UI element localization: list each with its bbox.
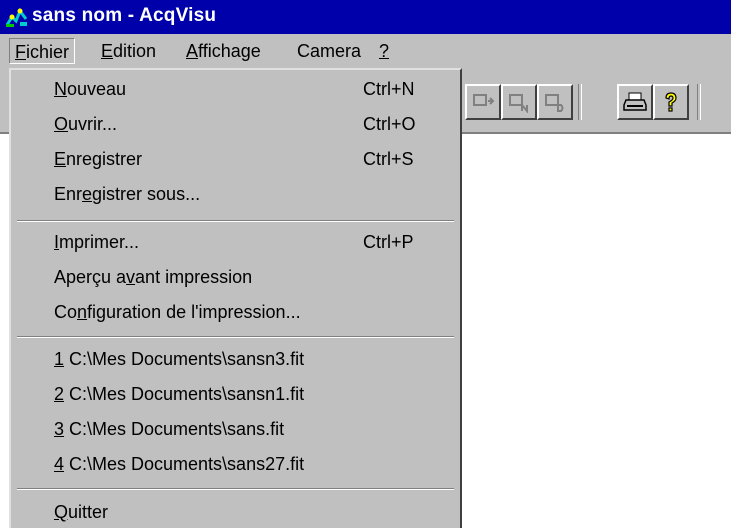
menu-item-enregistrer[interactable]: Enregistrer Ctrl+S xyxy=(11,142,460,176)
menu-label: Edition xyxy=(101,41,157,61)
menu-item-label: 1 C:\Mes Documents\sansn3.fit xyxy=(54,349,305,369)
acquire-d-button[interactable] xyxy=(537,84,573,120)
menu-label: Affichage xyxy=(186,41,261,61)
title-bar[interactable]: sans nom - AcqVisu xyxy=(0,0,731,34)
menu-bar: Fichier Edition Affichage Camera ? xyxy=(0,34,731,69)
menu-label: ? xyxy=(379,41,390,61)
menu-item-label: Configuration de l'impression... xyxy=(54,302,301,322)
menu-item-label: Enregistrer xyxy=(54,149,143,169)
menu-item-nouveau[interactable]: Nouveau Ctrl+N xyxy=(11,72,460,106)
menu-item-label: 2 C:\Mes Documents\sansn1.fit xyxy=(54,384,305,404)
menu-item-label: Imprimer... xyxy=(54,232,140,252)
acquire-button[interactable] xyxy=(465,84,501,120)
toolbar-separator xyxy=(578,84,582,120)
menu-item-quitter[interactable]: Quitter xyxy=(11,495,460,528)
menu-item-shortcut: Ctrl+P xyxy=(363,232,414,252)
camera-acquire-d-icon xyxy=(545,94,564,112)
menu-item-label: Quitter xyxy=(54,502,109,522)
menu-item-label: Ouvrir... xyxy=(54,114,118,134)
menu-item-imprimer[interactable]: Imprimer... Ctrl+P xyxy=(11,225,460,259)
menu-item-enregistrer-sous[interactable]: Enregistrer sous... xyxy=(11,177,460,211)
menu-separator xyxy=(17,488,454,490)
menu-item-apercu[interactable]: Aperçu avant impression xyxy=(11,260,460,294)
menu-item-shortcut: Ctrl+S xyxy=(363,149,414,169)
help-button[interactable] xyxy=(653,84,689,120)
printer-icon xyxy=(623,92,647,111)
menu-item-label: Enregistrer sous... xyxy=(54,184,201,204)
menu-item-recent-file-3[interactable]: 3 C:\Mes Documents\sans.fit xyxy=(11,412,460,446)
menu-help[interactable]: ? xyxy=(374,38,394,64)
menu-label: Fichier xyxy=(15,42,70,62)
camera-acquire-n-icon xyxy=(509,94,528,113)
menu-item-ouvrir[interactable]: Ouvrir... Ctrl+O xyxy=(11,107,460,141)
menu-item-recent-file-1[interactable]: 1 C:\Mes Documents\sansn3.fit xyxy=(11,342,460,376)
menu-separator xyxy=(17,336,454,338)
menu-item-label: Nouveau xyxy=(54,79,127,99)
fichier-dropdown-menu: Nouveau Ctrl+N Ouvrir... Ctrl+O Enregist… xyxy=(9,68,462,528)
print-button[interactable] xyxy=(617,84,653,120)
menu-item-recent-file-4[interactable]: 4 C:\Mes Documents\sans27.fit xyxy=(11,447,460,481)
menu-edition[interactable]: Edition xyxy=(96,38,161,64)
acquire-n-button[interactable] xyxy=(501,84,537,120)
menu-item-label: Aperçu avant impression xyxy=(54,267,253,287)
menu-item-shortcut: Ctrl+N xyxy=(363,79,415,99)
menu-label: Camera xyxy=(297,41,362,61)
application-window: sans nom - AcqVisu Fichier Edition Affic… xyxy=(0,0,731,528)
window-title: sans nom - AcqVisu xyxy=(32,5,217,26)
acqvisu-app-icon xyxy=(5,7,28,27)
menu-camera[interactable]: Camera xyxy=(292,38,366,64)
menu-separator xyxy=(17,220,454,222)
menu-item-shortcut: Ctrl+O xyxy=(363,114,416,134)
menu-fichier[interactable]: Fichier xyxy=(9,38,76,64)
help-question-icon xyxy=(665,92,677,112)
menu-item-recent-file-2[interactable]: 2 C:\Mes Documents\sansn1.fit xyxy=(11,377,460,411)
menu-affichage[interactable]: Affichage xyxy=(181,38,266,64)
menu-item-configuration-impression[interactable]: Configuration de l'impression... xyxy=(11,295,460,329)
camera-acquire-icon xyxy=(473,94,495,106)
menu-item-label: 3 C:\Mes Documents\sans.fit xyxy=(54,419,285,439)
menu-item-label: 4 C:\Mes Documents\sans27.fit xyxy=(54,454,305,474)
toolbar-separator xyxy=(697,84,701,120)
